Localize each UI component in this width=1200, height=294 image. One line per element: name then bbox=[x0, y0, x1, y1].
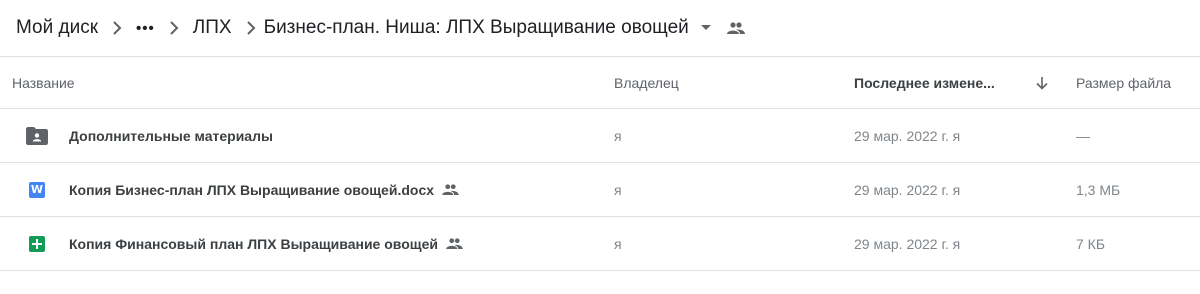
file-owner: я bbox=[614, 235, 622, 252]
current-folder-menu[interactable]: Бизнес-план. Ниша: ЛПХ Выращивание овоще… bbox=[264, 13, 711, 43]
column-header-owner[interactable]: Владелец bbox=[614, 57, 679, 108]
chevron-right-icon bbox=[238, 16, 264, 40]
file-modified: 29 мар. 2022 г. я bbox=[854, 127, 961, 144]
breadcrumb: Мой диск ••• ЛПХ Бизнес-план. Ниша: ЛПХ … bbox=[0, 0, 1200, 56]
breadcrumb-current-folder: Бизнес-план. Ниша: ЛПХ Выращивание овоще… bbox=[263, 17, 689, 38]
word-doc-icon: W bbox=[26, 163, 48, 216]
sort-arrow-down-icon[interactable] bbox=[1036, 57, 1048, 108]
table-row[interactable]: Дополнительные материалы я 29 мар. 2022 … bbox=[0, 109, 1200, 163]
column-header-row: Название Владелец Последнее измене... Ра… bbox=[0, 57, 1200, 109]
file-name-cell: Копия Бизнес-план ЛПХ Выращивание овощей… bbox=[69, 163, 459, 216]
file-size: 1,3 МБ bbox=[1076, 181, 1121, 198]
file-name-cell: Копия Финансовый план ЛПХ Выращивание ов… bbox=[69, 217, 463, 270]
shared-people-icon bbox=[442, 184, 459, 195]
table-row[interactable]: W Копия Бизнес-план ЛПХ Выращивание овощ… bbox=[0, 163, 1200, 217]
table-row[interactable]: Копия Финансовый план ЛПХ Выращивание ов… bbox=[0, 217, 1200, 271]
file-size: 7 КБ bbox=[1076, 235, 1106, 252]
file-owner: я bbox=[614, 127, 622, 144]
breadcrumb-more-button[interactable]: ••• bbox=[130, 16, 161, 41]
file-size: — bbox=[1076, 127, 1090, 144]
chevron-right-icon bbox=[104, 16, 130, 40]
file-modified: 29 мар. 2022 г. я bbox=[854, 235, 961, 252]
column-header-name[interactable]: Название bbox=[12, 57, 75, 108]
sheet-plus-icon bbox=[29, 235, 45, 252]
caret-down-icon bbox=[700, 25, 711, 31]
column-header-modified[interactable]: Последнее измене... bbox=[854, 57, 995, 108]
file-name: Дополнительные материалы bbox=[69, 127, 273, 144]
shared-folder-icon bbox=[26, 109, 48, 162]
shared-people-icon bbox=[446, 238, 463, 249]
column-header-size[interactable]: Размер файла bbox=[1076, 57, 1171, 108]
shared-people-icon[interactable] bbox=[726, 22, 745, 34]
google-sheets-icon bbox=[26, 217, 48, 270]
breadcrumb-parent-folder[interactable]: ЛПХ bbox=[187, 13, 238, 43]
word-doc-letter: W bbox=[29, 181, 45, 198]
file-owner: я bbox=[614, 181, 622, 198]
file-name: Копия Финансовый план ЛПХ Выращивание ов… bbox=[69, 235, 438, 252]
file-list: Название Владелец Последнее измене... Ра… bbox=[0, 56, 1200, 271]
file-modified: 29 мар. 2022 г. я bbox=[854, 181, 961, 198]
breadcrumb-my-drive[interactable]: Мой диск bbox=[16, 13, 104, 43]
file-name: Копия Бизнес-план ЛПХ Выращивание овощей… bbox=[69, 181, 435, 198]
chevron-right-icon bbox=[161, 16, 187, 40]
